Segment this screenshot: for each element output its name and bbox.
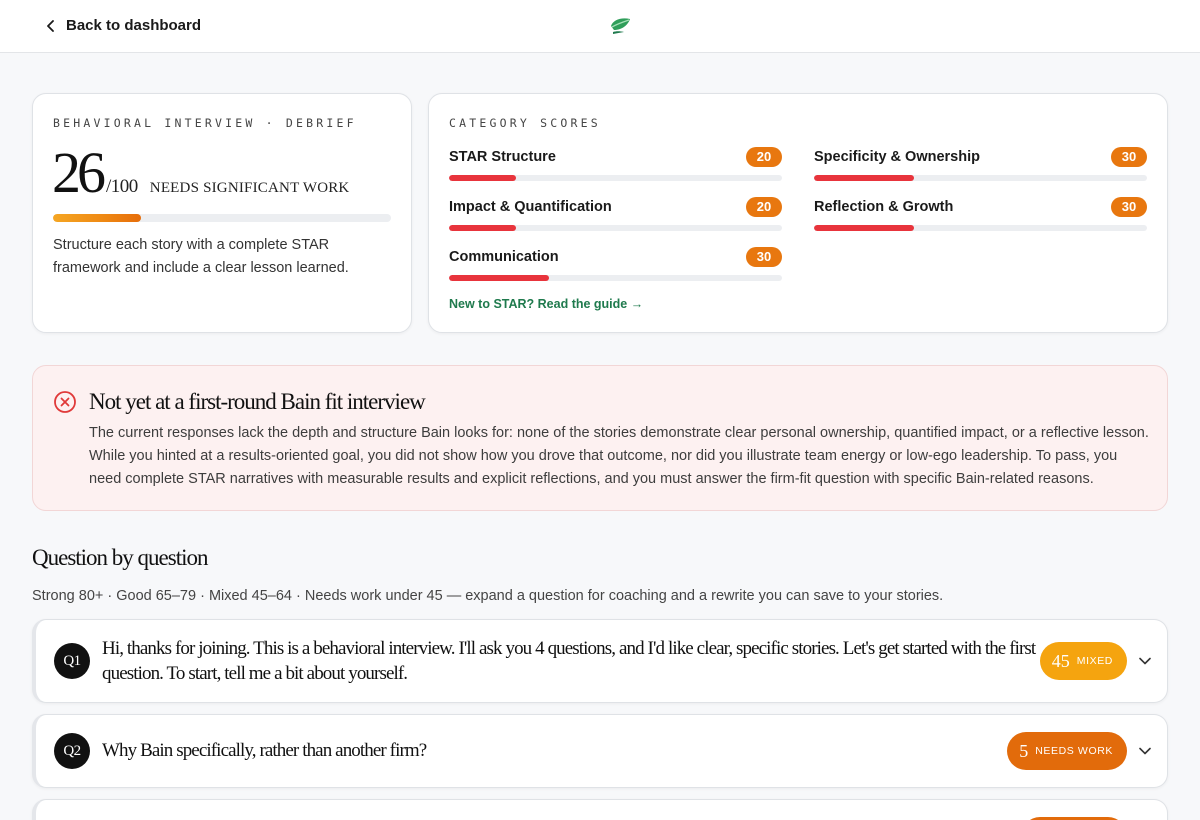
chevron-left-icon	[47, 19, 54, 32]
chevron-down-icon[interactable]	[1139, 747, 1151, 755]
score-max: /100	[106, 176, 138, 197]
category-bar	[449, 175, 782, 181]
category-impact-quantification: Impact & Quantification 20	[449, 197, 782, 239]
category-label: Specificity & Ownership	[814, 149, 980, 165]
x-circle-icon	[54, 391, 76, 413]
section-title: Question by question	[32, 545, 208, 570]
question-score-pill: 5 NEEDS WORK	[1007, 732, 1127, 770]
question-number-badge: Q1	[54, 643, 90, 679]
alert-body: The current responses lack the depth and…	[89, 425, 1149, 487]
question-text: Why Bain specifically, rather than anoth…	[102, 740, 427, 761]
question-score: 45	[1051, 650, 1070, 671]
question-score-label: MIXED	[1076, 655, 1113, 667]
category-bar-fill	[814, 225, 914, 231]
back-to-dashboard-link[interactable]: Back to dashboard	[46, 17, 201, 34]
score-eyebrow: BEHAVIORAL INTERVIEW · DEBRIEF	[53, 116, 357, 130]
overall-score-card: BEHAVIORAL INTERVIEW · DEBRIEF 26 /100 N…	[32, 93, 412, 333]
category-score-badge: 20	[746, 147, 782, 167]
category-bar	[449, 225, 782, 231]
category-specificity-ownership: Specificity & Ownership 30	[814, 147, 1147, 189]
category-score-badge: 30	[1111, 197, 1147, 217]
category-label: Impact & Quantification	[449, 199, 612, 215]
category-bar-fill	[449, 275, 549, 281]
question-card-q1[interactable]: Q1 Hi, thanks for joining. This is a beh…	[32, 619, 1168, 703]
category-bar-fill	[449, 175, 516, 181]
overall-score: 26 /100 NEEDS SIGNIFICANT WORK	[52, 144, 349, 202]
category-bar	[449, 275, 782, 281]
category-scores-card: CATEGORY SCORES STAR Structure 20 Specif…	[428, 93, 1168, 333]
question-score: 5	[1019, 740, 1029, 761]
logo-icon	[611, 18, 630, 34]
score-description: Structure each story with a complete STA…	[53, 237, 349, 276]
category-score-badge: 30	[1111, 147, 1147, 167]
category-bar	[814, 225, 1147, 231]
category-score-badge: 30	[746, 247, 782, 267]
overall-progress-bar	[53, 214, 391, 222]
question-text: Hi, thanks for joining. This is a behavi…	[102, 638, 1036, 684]
score-legend: Strong 80+ · Good 65–79 · Mixed 45–64 · …	[32, 588, 944, 604]
category-score-badge: 20	[746, 197, 782, 217]
question-score-pill: 45 MIXED	[1039, 642, 1127, 680]
category-communication: Communication 30	[449, 247, 782, 289]
category-reflection-growth: Reflection & Growth 30	[814, 197, 1147, 239]
category-label: STAR Structure	[449, 149, 556, 165]
score-value: 26	[52, 140, 106, 205]
verdict-alert: Not yet at a first-round Bain fit interv…	[32, 365, 1168, 511]
back-label: Back to dashboard	[66, 17, 202, 34]
star-guide-link[interactable]: New to STAR? Read the guide →	[449, 297, 643, 311]
category-bar	[814, 175, 1147, 181]
category-star-structure: STAR Structure 20	[449, 147, 782, 189]
question-number-badge: Q2	[54, 733, 90, 769]
question-card-q2[interactable]: Q2 Why Bain specifically, rather than an…	[32, 714, 1168, 788]
category-bar-fill	[449, 225, 516, 231]
question-score-label: NEEDS WORK	[1035, 745, 1113, 757]
category-eyebrow: CATEGORY SCORES	[449, 116, 601, 130]
category-label: Reflection & Growth	[814, 199, 954, 215]
alert-title: Not yet at a first-round Bain fit interv…	[89, 389, 426, 414]
chevron-down-icon[interactable]	[1139, 657, 1151, 665]
category-label: Communication	[449, 249, 559, 265]
category-bar-fill	[814, 175, 914, 181]
question-card-q3[interactable]	[32, 799, 1168, 820]
top-bar: Back to dashboard	[0, 0, 1200, 53]
overall-progress-fill	[53, 214, 141, 222]
score-verdict: NEEDS SIGNIFICANT WORK	[149, 180, 350, 196]
